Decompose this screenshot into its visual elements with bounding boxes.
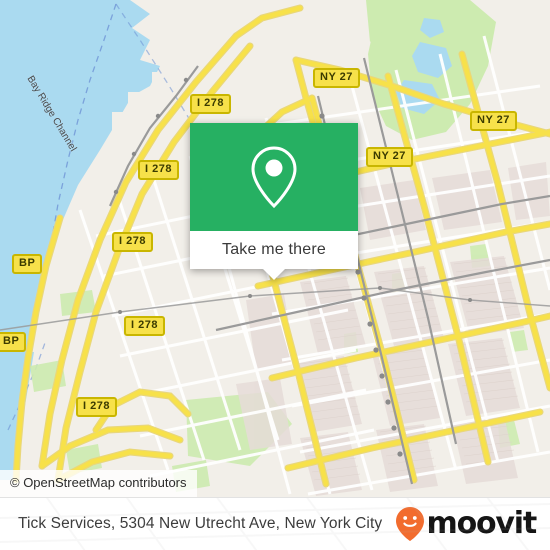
road-shield-i278-d[interactable]: I 278 (124, 316, 165, 336)
road-shield-i278-a[interactable]: I 278 (190, 94, 231, 114)
road-shield-ny27-b[interactable]: NY 27 (470, 111, 517, 131)
bottom-info-bar: Tick Services, 5304 New Utrecht Ave, New… (0, 497, 550, 550)
take-me-there-label: Take me there (222, 241, 326, 258)
road-shield-i278-b[interactable]: I 278 (138, 160, 179, 180)
road-shield-i278-c[interactable]: I 278 (112, 232, 153, 252)
moovit-smiley-pin-icon (395, 507, 424, 541)
take-me-there-button[interactable]: Take me there (190, 231, 358, 280)
road-shield-i278-e[interactable]: I 278 (76, 397, 117, 417)
location-callout-card[interactable]: Take me there (190, 123, 358, 280)
map-pin-icon (251, 146, 297, 209)
callout-tail (263, 269, 285, 280)
location-address-label: Tick Services, 5304 New Utrecht Ave, New… (18, 515, 383, 532)
moovit-wordmark: moovit (426, 506, 538, 541)
map-screenshot: Bay Ridge Channel NY 27 I 278 NY 27 NY 2… (0, 0, 550, 550)
road-shield-bp-a[interactable]: BP (12, 254, 43, 274)
callout-pin-area (190, 123, 358, 231)
road-shield-ny27-a[interactable]: NY 27 (313, 68, 360, 88)
road-shield-ny27-c[interactable]: NY 27 (366, 147, 413, 167)
road-shield-bp-b[interactable]: BP (0, 332, 27, 352)
map-attribution[interactable]: © OpenStreetMap contributors (0, 470, 197, 497)
moovit-brand[interactable]: moovit (395, 506, 538, 542)
